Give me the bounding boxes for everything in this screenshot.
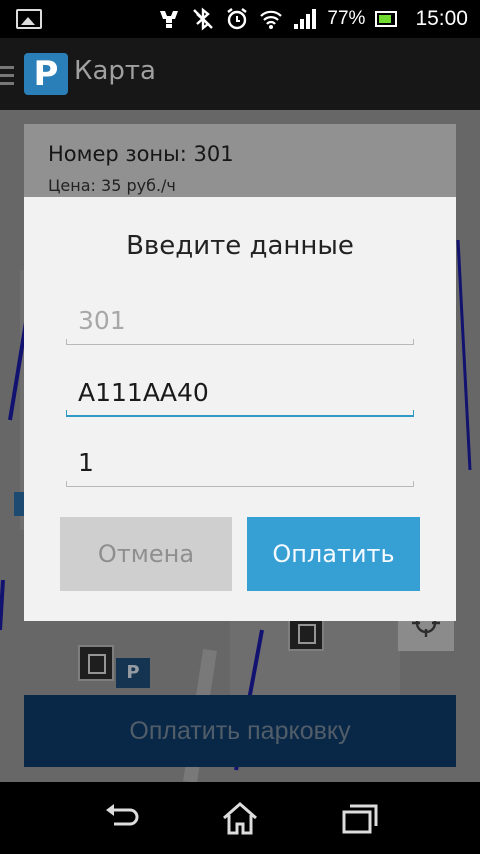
page-title: Карта: [74, 56, 156, 86]
hours-field[interactable]: [66, 437, 414, 487]
plate-number-field[interactable]: [66, 367, 414, 417]
home-icon[interactable]: [220, 800, 260, 836]
hours-input[interactable]: [66, 437, 414, 487]
action-bar: P Карта: [0, 38, 480, 110]
status-bar: 77% 15:00: [0, 0, 480, 38]
cancel-button[interactable]: Отмена: [60, 517, 232, 591]
back-icon[interactable]: [102, 800, 142, 836]
alarm-icon: [225, 7, 249, 31]
navigation-bar: [0, 782, 480, 854]
app-logo[interactable]: P: [24, 53, 68, 95]
input-dialog: Введите данные Отмена Оплатить: [24, 197, 456, 621]
usb-icon: [157, 7, 181, 31]
zone-number-field: [66, 295, 414, 345]
clock: 15:00: [415, 7, 468, 30]
status-icons: 77% 15:00: [157, 0, 468, 38]
dialog-title: Введите данные: [126, 231, 354, 261]
zone-number-input: [66, 295, 414, 345]
battery-percent: 77%: [327, 8, 366, 29]
recent-apps-icon[interactable]: [340, 800, 380, 836]
pay-button[interactable]: Оплатить: [247, 517, 420, 591]
plate-number-input[interactable]: [66, 367, 414, 417]
drawer-menu-icon[interactable]: [0, 66, 14, 90]
battery-charging-icon: [375, 11, 398, 27]
bluetooth-off-icon: [191, 7, 215, 31]
wifi-icon: [259, 7, 283, 31]
picture-icon: [16, 9, 42, 29]
signal-icon: [293, 7, 317, 31]
